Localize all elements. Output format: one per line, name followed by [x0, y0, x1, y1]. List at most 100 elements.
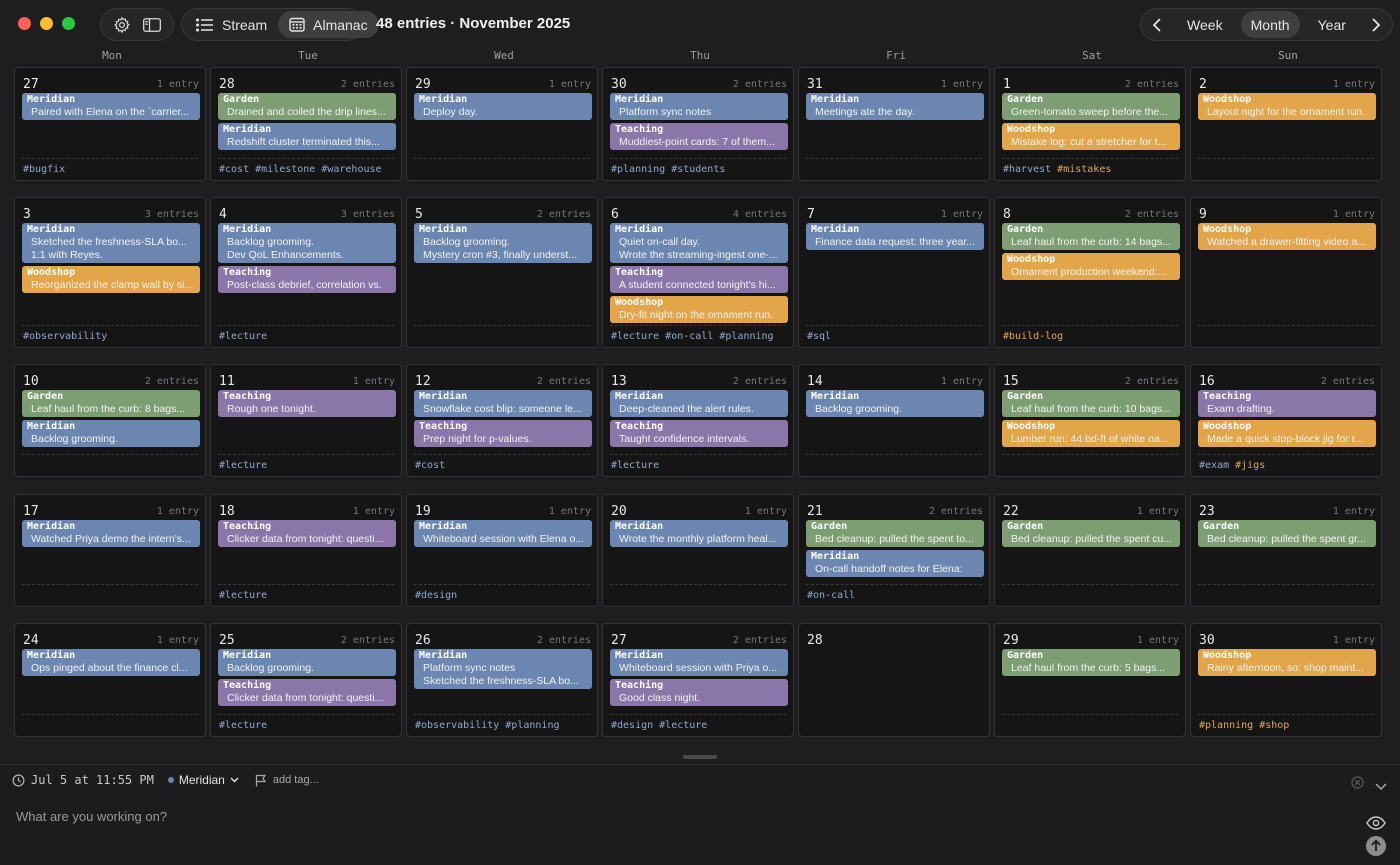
entry-block[interactable]: Teaching Post-class debrief, correlation …: [218, 266, 396, 293]
tag-link[interactable]: #lecture: [219, 590, 267, 601]
entry-block[interactable]: Meridian Backlog grooming.: [806, 390, 984, 417]
entry-block[interactable]: Garden Leaf haul from the curb: 10 bags..…: [1002, 390, 1180, 417]
add-tag-button[interactable]: add tag...: [255, 774, 319, 787]
entry-block[interactable]: Meridian Whiteboard session with Elena o.…: [414, 520, 592, 547]
entry-block[interactable]: Garden Drained and coiled the drip lines.…: [218, 93, 396, 120]
entry-block[interactable]: Garden Bed cleanup: pulled the spent cu..…: [1002, 520, 1180, 547]
tag-link[interactable]: #warehouse: [321, 164, 381, 175]
entry-block[interactable]: Garden Green-tomato sweep before the...: [1002, 93, 1180, 120]
entry-block[interactable]: Meridian Platform sync notes: [610, 93, 788, 120]
day-cell[interactable]: 12 2 entries Meridian Snowflake cost blip: …: [406, 364, 598, 477]
entry-block[interactable]: Garden Leaf haul from the curb: 14 bags..…: [1002, 223, 1180, 250]
tag-link[interactable]: #lecture: [219, 331, 267, 342]
entry-block[interactable]: Meridian Wrote the monthly platform heal.…: [610, 520, 788, 547]
entry-block[interactable]: Teaching Clicker data from tonight: quest…: [218, 679, 396, 706]
entry-block[interactable]: Woodshop Watched a drawer-fitting video a…: [1198, 223, 1376, 250]
entry-block[interactable]: Meridian Deploy day.: [414, 93, 592, 120]
day-cell[interactable]: 13 2 entries Meridian Deep-cleaned the aler…: [602, 364, 794, 477]
tag-link[interactable]: #lecture: [219, 720, 267, 731]
entry-block[interactable]: Woodshop Dry-fit night on the ornament ru…: [610, 296, 788, 323]
entry-input[interactable]: What are you working on?: [16, 809, 167, 824]
entry-block[interactable]: Woodshop Ornament production weekend:...: [1002, 253, 1180, 280]
entry-block[interactable]: Woodshop Made a quick stop-block jig for …: [1198, 420, 1376, 447]
day-cell[interactable]: 9 1 entry Woodshop Watched a drawer-fitting…: [1190, 197, 1382, 348]
tag-link[interactable]: #bugfix: [23, 164, 65, 175]
entry-block[interactable]: Meridian Deep-cleaned the alert rules.: [610, 390, 788, 417]
day-cell[interactable]: 31 1 entry Meridian Meetings ate the day.: [798, 67, 990, 181]
entry-block[interactable]: Teaching Clicker data from tonight: quest…: [218, 520, 396, 547]
tag-link[interactable]: #lecture: [659, 720, 707, 731]
clear-icon[interactable]: [1351, 776, 1364, 794]
entry-block[interactable]: Meridian Paired with Elena on the `carrie…: [22, 93, 200, 120]
day-cell[interactable]: 17 1 entry Meridian Watched Priya demo the …: [14, 494, 206, 607]
entry-block[interactable]: Meridian Backlog grooming.: [22, 420, 200, 447]
day-cell[interactable]: 10 2 entries Garden Leaf haul from the curb…: [14, 364, 206, 477]
entry-block[interactable]: Woodshop Mistake log: cut a stretcher for…: [1002, 123, 1180, 150]
entry-block[interactable]: Garden Leaf haul from the curb: 5 bags...: [1002, 649, 1180, 676]
entry-block[interactable]: Meridian Backlog grooming. Dev QoL Enhance…: [218, 223, 396, 263]
tag-link[interactable]: #design: [611, 720, 653, 731]
entry-block[interactable]: Garden Bed cleanup: pulled the spent gr..…: [1198, 520, 1376, 547]
entry-block[interactable]: Woodshop Rainy afternoon, so: shop maint.…: [1198, 649, 1376, 676]
tag-link[interactable]: #students: [671, 164, 725, 175]
day-cell[interactable]: 28 2 entries Garden Drained and coiled the …: [210, 67, 402, 181]
day-cell[interactable]: 27 2 entries Meridian Whiteboard session wi…: [602, 623, 794, 737]
entry-block[interactable]: Meridian Quiet on-call day. Wrote the stre…: [610, 223, 788, 263]
day-cell[interactable]: 5 2 entries Meridian Backlog grooming. Myste…: [406, 197, 598, 348]
day-cell[interactable]: 20 1 entry Meridian Wrote the monthly platf…: [602, 494, 794, 607]
entry-block[interactable]: Meridian Finance data request: three year…: [806, 223, 984, 250]
day-cell[interactable]: 1 2 entries Garden Green-tomato sweep befor…: [994, 67, 1186, 181]
day-cell[interactable]: 4 3 entries Meridian Backlog grooming. Dev Q…: [210, 197, 402, 348]
day-cell[interactable]: 23 1 entry Garden Bed cleanup: pulled the s…: [1190, 494, 1382, 607]
day-cell[interactable]: 11 1 entry Teaching Rough one tonight. #lect…: [210, 364, 402, 477]
tag-link[interactable]: #mistakes: [1057, 164, 1111, 175]
day-cell[interactable]: 24 1 entry Meridian Ops pinged about the fi…: [14, 623, 206, 737]
tag-link[interactable]: #lecture: [219, 460, 267, 471]
entry-block[interactable]: Meridian Sketched the freshness-SLA bo...…: [22, 223, 200, 263]
entry-block[interactable]: Teaching Taught confidence intervals.: [610, 420, 788, 447]
entry-block[interactable]: Teaching Exam drafting.: [1198, 390, 1376, 417]
entry-block[interactable]: Teaching Rough one tonight.: [218, 390, 396, 417]
day-cell[interactable]: 28: [798, 623, 990, 737]
day-cell[interactable]: 21 2 entries Garden Bed cleanup: pulled the…: [798, 494, 990, 607]
tag-link[interactable]: #planning: [611, 164, 665, 175]
day-cell[interactable]: 14 1 entry Meridian Backlog grooming.: [798, 364, 990, 477]
entry-block[interactable]: Meridian Platform sync notes Sketched the …: [414, 649, 592, 689]
day-cell[interactable]: 29 1 entry Garden Leaf haul from the curb: …: [994, 623, 1186, 737]
day-cell[interactable]: 2 1 entry Woodshop Layout night for the orn…: [1190, 67, 1382, 181]
tag-link[interactable]: #planning: [1199, 720, 1253, 731]
day-cell[interactable]: 30 2 entries Meridian Platform sync notes Te…: [602, 67, 794, 181]
day-cell[interactable]: 3 3 entries Meridian Sketched the freshness…: [14, 197, 206, 348]
day-cell[interactable]: 7 1 entry Meridian Finance data request: th…: [798, 197, 990, 348]
tag-link[interactable]: #harvest: [1003, 164, 1051, 175]
project-selector[interactable]: Meridian: [167, 773, 239, 787]
day-cell[interactable]: 29 1 entry Meridian Deploy day.: [406, 67, 598, 181]
entry-block[interactable]: Teaching Prep night for p-values.: [414, 420, 592, 447]
tag-link[interactable]: #observability: [415, 720, 499, 731]
entry-block[interactable]: Meridian Ops pinged about the finance cl.…: [22, 649, 200, 676]
entry-block[interactable]: Meridian Snowflake cost blip: someone le.…: [414, 390, 592, 417]
entry-block[interactable]: Meridian Redshift cluster terminated this…: [218, 123, 396, 150]
day-cell[interactable]: 6 4 entries Meridian Quiet on-call day. Wrot…: [602, 197, 794, 348]
day-cell[interactable]: 19 1 entry Meridian Whiteboard session with…: [406, 494, 598, 607]
entry-block[interactable]: Meridian Watched Priya demo the intern's.…: [22, 520, 200, 547]
entry-block[interactable]: Meridian Backlog grooming.: [218, 649, 396, 676]
tag-link[interactable]: #exam: [1199, 460, 1229, 471]
preview-eye-icon[interactable]: [1366, 816, 1386, 835]
entry-block[interactable]: Teaching Muddiest-point cards: 7 of them.…: [610, 123, 788, 150]
day-cell[interactable]: 25 2 entries Meridian Backlog grooming. Teac…: [210, 623, 402, 737]
day-cell[interactable]: 18 1 entry Teaching Clicker data from tonig…: [210, 494, 402, 607]
submit-arrow-icon[interactable]: [1365, 835, 1387, 862]
day-cell[interactable]: 26 2 entries Meridian Platform sync notes Sk…: [406, 623, 598, 737]
tag-link[interactable]: #shop: [1259, 720, 1289, 731]
tag-link[interactable]: #on-call: [807, 590, 855, 601]
tag-link[interactable]: #milestone: [255, 164, 315, 175]
entry-block[interactable]: Woodshop Lumber run: 44 bd-ft of white oa…: [1002, 420, 1180, 447]
tag-link[interactable]: #jigs: [1235, 460, 1265, 471]
day-cell[interactable]: 8 2 entries Garden Leaf haul from the curb:…: [994, 197, 1186, 348]
tag-link[interactable]: #cost: [415, 460, 445, 471]
tag-link[interactable]: #on-call: [665, 331, 713, 342]
tag-link[interactable]: #design: [415, 590, 457, 601]
entry-block[interactable]: Woodshop Layout night for the ornament ru…: [1198, 93, 1376, 120]
day-cell[interactable]: 22 1 entry Garden Bed cleanup: pulled the s…: [994, 494, 1186, 607]
